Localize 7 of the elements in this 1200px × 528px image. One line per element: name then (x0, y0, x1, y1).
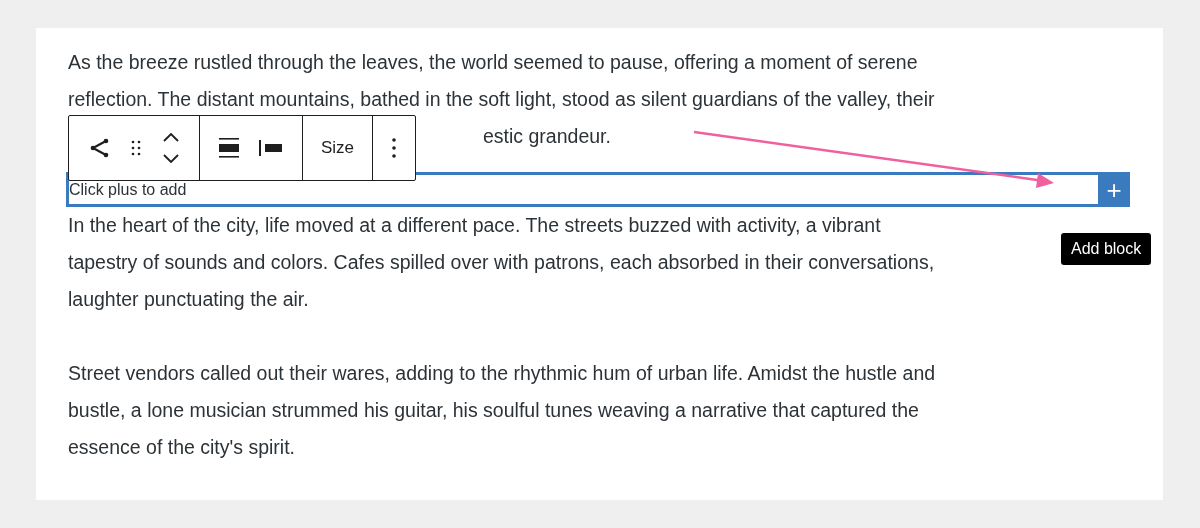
paragraph: Street vendors called out their wares, adding to the rhythmic hum of urban life. Amidst the hustle and bustle, a lone musician strummed his guitar, his soulful tunes weaving a narrative that captured the essence of the city's spirit. (68, 361, 936, 460)
size-button[interactable]: Size (315, 134, 361, 162)
paragraph: In the heart of the city, life moved at a different pace. The streets buzzed with activity, a vibrant tapestry of sounds and colors. Cafes spilled over with patrons, each absorbed in their conversations, laughter punctuating the air. (68, 213, 935, 312)
paragraph-fragment: estic grandeur. (483, 125, 611, 147)
add-block-button[interactable]: + (1098, 172, 1130, 207)
input-field[interactable]: Click plus to add (66, 172, 1098, 207)
tooltip: Add block (1061, 233, 1152, 265)
